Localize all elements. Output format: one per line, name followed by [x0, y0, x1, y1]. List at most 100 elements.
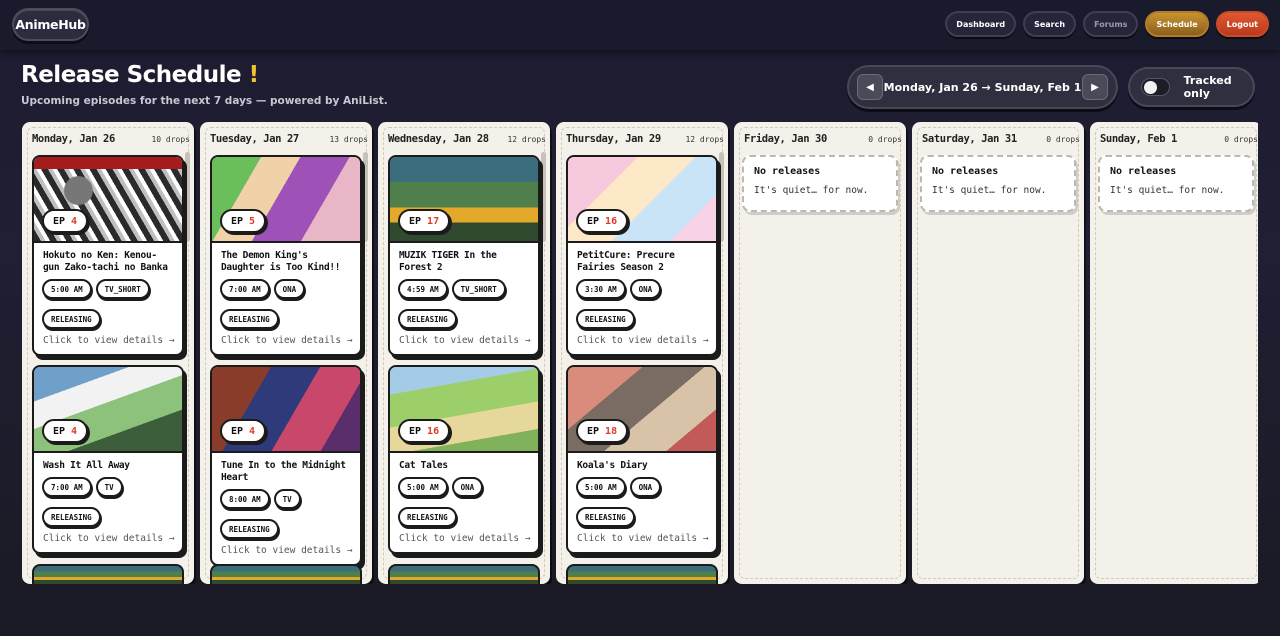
view-details-link[interactable]: Click to view details → [43, 533, 182, 544]
release-card[interactable]: EP 17 MUZIK TIGER In the Forest 2 4:59 AM TV… [388, 155, 540, 356]
empty-state-message: It's quiet… for now. [754, 185, 869, 196]
release-card[interactable]: EP 16 PetitCure: Precure Fairies Season 2 3… [566, 155, 718, 356]
air-time-chip: 8:00 AM [220, 489, 270, 509]
view-details-link[interactable]: Click to view details → [221, 335, 360, 346]
episode-label: EP [587, 425, 600, 437]
release-card[interactable]: EP 4 Hokuto no Ken: Kenou-gun Zako-tachi n… [32, 155, 184, 356]
format-chip: ONA [629, 477, 662, 497]
column-header: Sunday, Feb 1 0 drops [1100, 133, 1258, 147]
next-card-peek [388, 564, 540, 584]
anime-title: PetitCure: Precure Fairies Season 2 [577, 250, 675, 273]
card-chips: 8:00 AM TV RELEASING [220, 489, 360, 545]
column-drop-count: 0 drops [868, 135, 902, 144]
view-details-link[interactable]: Click to view details → [577, 533, 716, 544]
column-day-label: Thursday, Jan 29 [566, 133, 661, 145]
tracked-only-filter[interactable]: Tracked only [1128, 67, 1255, 107]
anime-title: Wash It All Away [43, 460, 130, 471]
nav-schedule-button[interactable]: Schedule [1145, 11, 1209, 37]
empty-state-title: No releases [1110, 166, 1177, 177]
next-card-peek [32, 564, 184, 584]
day-column: Saturday, Jan 31 0 drops No releases It's q… [912, 122, 1084, 584]
next-card-peek [210, 564, 362, 584]
next-week-button[interactable]: ▶ [1081, 74, 1108, 100]
anime-title: Koala's Diary [577, 460, 648, 471]
episode-label: EP [53, 215, 66, 227]
episode-badge: EP 17 [398, 209, 451, 233]
view-details-link[interactable]: Click to view details → [399, 533, 538, 544]
column-header: Monday, Jan 26 10 drops [32, 133, 190, 147]
format-chip: TV [95, 477, 123, 497]
release-card[interactable]: EP 16 Cat Tales 5:00 AM ONA RELEASING Click to… [388, 365, 540, 554]
column-day-label: Wednesday, Jan 28 [388, 133, 489, 145]
prev-week-button[interactable]: ◀ [857, 74, 883, 100]
column-header: Friday, Jan 30 0 drops [744, 133, 902, 147]
episode-badge: EP 16 [576, 209, 629, 233]
episode-label: EP [409, 425, 422, 437]
episode-label: EP [587, 215, 600, 227]
cover-image: EP 5 [212, 157, 360, 243]
day-column: Tuesday, Jan 27 13 drops EP 5 The Demon King… [200, 122, 372, 584]
logout-button[interactable]: Logout [1215, 11, 1269, 37]
anime-title: Hokuto no Ken: Kenou-gun Zako-tachi no B… [43, 250, 168, 273]
cover-image: EP 4 [34, 367, 182, 453]
view-details-link[interactable]: Click to view details → [399, 335, 538, 346]
empty-state-title: No releases [754, 166, 821, 177]
arrow-right-icon: ▶ [1091, 81, 1099, 93]
day-column: Wednesday, Jan 28 12 drops EP 17 MUZIK TIGER… [378, 122, 550, 584]
cover-image: EP 16 [568, 157, 716, 243]
column-scrollbar[interactable] [363, 152, 368, 242]
day-column: Friday, Jan 30 0 drops No releases It's qui… [734, 122, 906, 584]
episode-number: 18 [605, 425, 618, 437]
column-header: Tuesday, Jan 27 13 drops [210, 133, 368, 147]
release-card[interactable]: EP 18 Koala's Diary 5:00 AM ONA RELEASING Clic… [566, 365, 718, 554]
main-nav: Dashboard Search Forums Schedule Logout [945, 11, 1269, 37]
tracked-only-label: Tracked only [1183, 74, 1232, 100]
anime-title: Tune In to the Midnight Heart [221, 460, 346, 483]
episode-label: EP [53, 425, 66, 437]
anime-title: MUZIK TIGER In the Forest 2 [399, 250, 497, 273]
release-card[interactable]: EP 5 The Demon King's Daughter is Too Kind… [210, 155, 362, 356]
release-card[interactable]: EP 4 Tune In to the Midnight Heart 8:00 AM T… [210, 365, 362, 566]
release-card[interactable]: EP 4 Wash It All Away 7:00 AM TV RELEASING Cli… [32, 365, 184, 554]
episode-number: 4 [71, 425, 78, 437]
page-subtitle: Upcoming episodes for the next 7 days — … [21, 95, 388, 107]
status-chip: RELEASING [576, 507, 635, 527]
view-details-link[interactable]: Click to view details → [43, 335, 182, 346]
status-chip: RELEASING [42, 309, 101, 329]
column-scrollbar[interactable] [185, 152, 190, 242]
format-chip: TV_SHORT [95, 279, 150, 299]
empty-state-message: It's quiet… for now. [1110, 185, 1225, 196]
column-day-label: Saturday, Jan 31 [922, 133, 1017, 145]
card-chips: 5:00 AM ONA RELEASING [398, 477, 538, 533]
column-scrollbar[interactable] [719, 152, 724, 242]
format-chip: ONA [273, 279, 306, 299]
column-scrollbar[interactable] [541, 152, 546, 242]
day-column: Monday, Jan 26 10 drops EP 4 Hokuto no Ken: … [22, 122, 194, 584]
empty-state-card: No releases It's quiet… for now. [920, 155, 1076, 212]
column-day-label: Tuesday, Jan 27 [210, 133, 299, 145]
tracked-only-toggle[interactable] [1141, 78, 1170, 96]
date-range-label: Monday, Jan 26 → Sunday, Feb 1 [883, 80, 1082, 94]
nav-forums-button[interactable]: Forums [1083, 11, 1139, 37]
air-time-chip: 4:59 AM [398, 279, 448, 299]
view-details-link[interactable]: Click to view details → [221, 545, 360, 556]
status-chip: RELEASING [42, 507, 101, 527]
episode-badge: EP 4 [220, 419, 267, 443]
column-header: Wednesday, Jan 28 12 drops [388, 133, 546, 147]
view-details-link[interactable]: Click to view details → [577, 335, 716, 346]
nav-search-button[interactable]: Search [1023, 11, 1077, 37]
air-time-chip: 3:30 AM [576, 279, 626, 299]
day-column: Thursday, Jan 29 12 drops EP 16 PetitCure: P… [556, 122, 728, 584]
episode-badge: EP 18 [576, 419, 629, 443]
cover-image: EP 4 [212, 367, 360, 453]
episode-label: EP [231, 425, 244, 437]
nav-dashboard-button[interactable]: Dashboard [945, 11, 1017, 37]
brand-logo-button[interactable]: AnimeHub [12, 8, 89, 41]
air-time-chip: 5:00 AM [576, 477, 626, 497]
air-time-chip: 5:00 AM [42, 279, 92, 299]
column-header: Saturday, Jan 31 0 drops [922, 133, 1080, 147]
air-time-chip: 5:00 AM [398, 477, 448, 497]
page-title: Release Schedule ! [21, 62, 259, 88]
column-drop-count: 0 drops [1224, 135, 1258, 144]
day-column: Sunday, Feb 1 0 drops No releases It's quie… [1090, 122, 1258, 584]
